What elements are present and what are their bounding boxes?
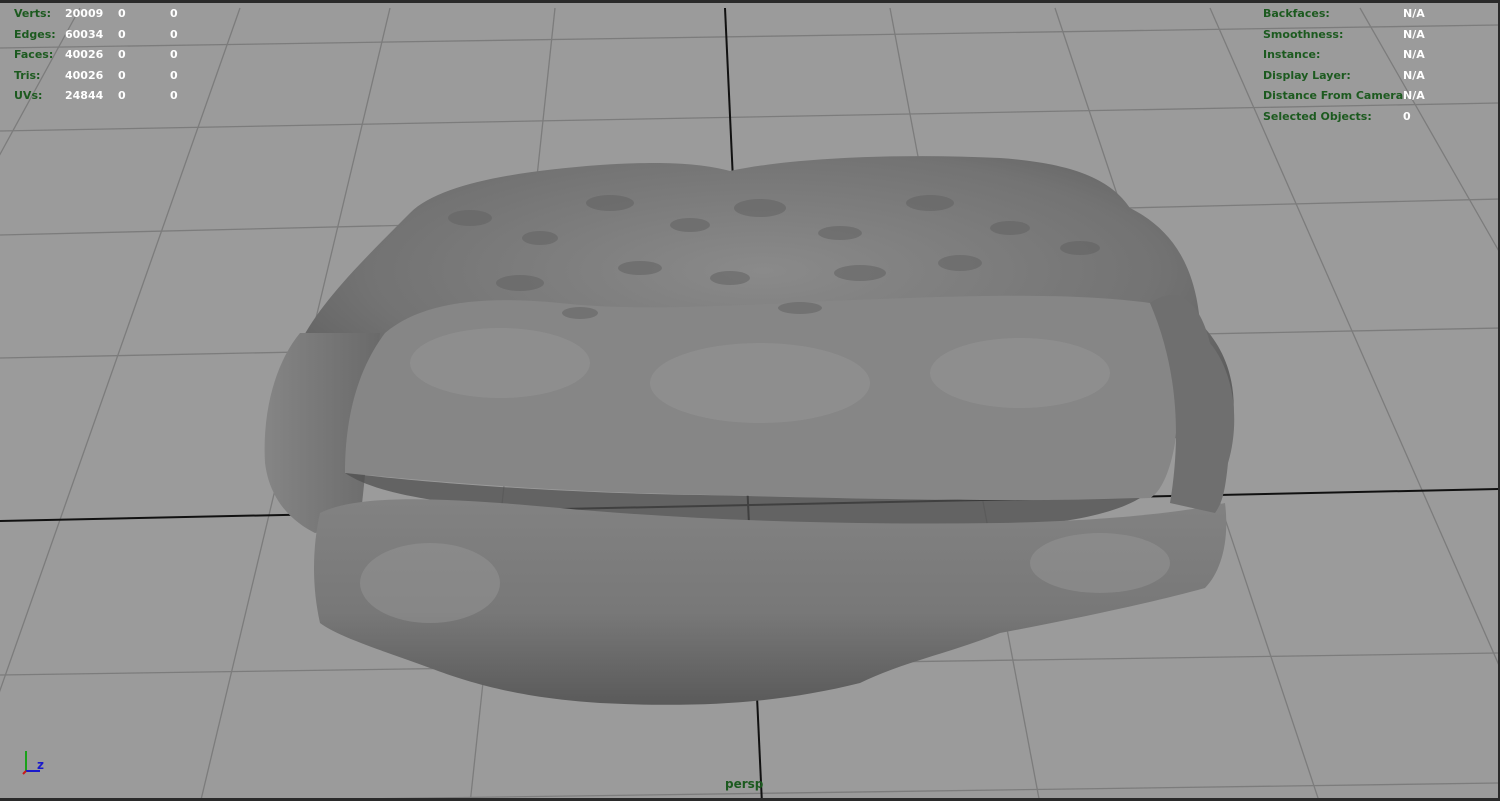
- object-detail-value: N/A: [1403, 68, 1425, 82]
- object-detail-label: Backfaces:: [1263, 7, 1330, 20]
- object-detail-label: Smoothness:: [1263, 27, 1344, 41]
- poly-count-value: 0: [170, 68, 178, 82]
- poly-count-label: Faces:: [14, 48, 54, 62]
- object-detail-label: Instance:: [1263, 48, 1321, 62]
- poly-count-value: 0: [170, 7, 178, 20]
- poly-count-row: Edges: 60034 0 0: [14, 25, 190, 46]
- poly-count-row: UVs: 24844 0 0: [14, 86, 190, 107]
- camera-name-label: persp: [725, 777, 764, 791]
- object-details-hud: Backfaces: N/A Smoothness: N/A Instance: N/A D…: [1263, 4, 1425, 128]
- axis-gizmo-icon: z: [14, 745, 54, 779]
- object-detail-label: Selected Objects:: [1263, 109, 1372, 123]
- poly-count-value: 40026: [65, 48, 104, 62]
- poly-count-value: 0: [170, 48, 178, 62]
- poly-count-value: 60034: [65, 27, 104, 41]
- poly-count-value: 24844: [65, 89, 104, 103]
- object-detail-row: Selected Objects: 0: [1263, 107, 1425, 128]
- axis-z-label: z: [37, 758, 44, 772]
- object-detail-row: Display Layer: N/A: [1263, 66, 1425, 87]
- object-detail-row: Smoothness: N/A: [1263, 25, 1425, 46]
- poly-count-label: Verts:: [14, 7, 52, 20]
- poly-count-label: UVs:: [14, 89, 43, 103]
- poly-count-value: 0: [170, 89, 178, 103]
- object-detail-value: N/A: [1403, 48, 1425, 62]
- poly-count-value: 0: [118, 89, 126, 103]
- rock-mesh[interactable]: [264, 156, 1235, 705]
- object-detail-label: Distance From Camera:: [1263, 89, 1408, 103]
- object-detail-row: Backfaces: N/A: [1263, 4, 1425, 25]
- object-detail-row: Instance: N/A: [1263, 45, 1425, 66]
- object-detail-value: N/A: [1403, 89, 1425, 103]
- poly-count-value: 0: [118, 68, 126, 82]
- object-detail-value: N/A: [1403, 27, 1425, 41]
- poly-count-hud: Verts: 20009 0 0 Edges: 60034 0 0 Faces: 40026 0 0 T…: [14, 4, 190, 107]
- poly-count-value: 40026: [65, 68, 104, 82]
- object-detail-row: Distance From Camera: N/A: [1263, 86, 1425, 107]
- poly-count-row: Verts: 20009 0 0: [14, 4, 190, 25]
- poly-count-value: 0: [118, 7, 126, 20]
- poly-count-label: Tris:: [14, 68, 41, 82]
- object-detail-value: N/A: [1403, 7, 1425, 20]
- poly-count-row: Tris: 40026 0 0: [14, 66, 190, 87]
- poly-count-value: 0: [170, 27, 178, 41]
- poly-count-value: 20009: [65, 7, 104, 20]
- perspective-viewport[interactable]: Verts: 20009 0 0 Edges: 60034 0 0 Faces: 40026 0 0 T…: [0, 0, 1500, 801]
- poly-count-row: Faces: 40026 0 0: [14, 45, 190, 66]
- poly-count-value: 0: [118, 48, 126, 62]
- object-detail-value: 0: [1403, 109, 1411, 123]
- poly-count-label: Edges:: [14, 27, 56, 41]
- object-detail-label: Display Layer:: [1263, 68, 1351, 82]
- poly-count-value: 0: [118, 27, 126, 41]
